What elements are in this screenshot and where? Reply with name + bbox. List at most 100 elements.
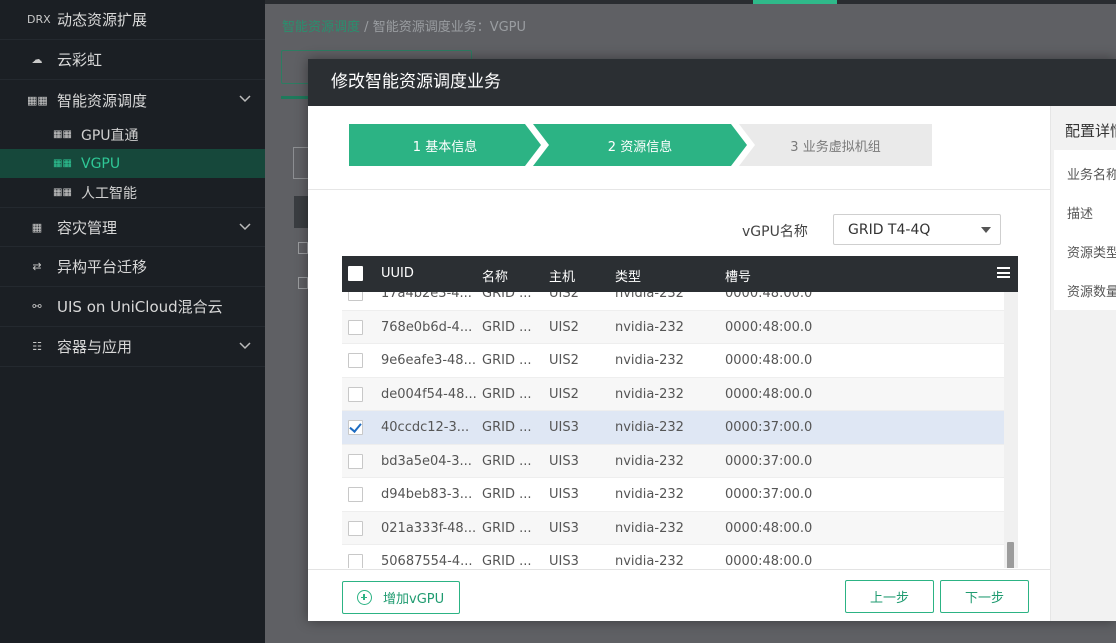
column-header-type[interactable]: 类型 (615, 266, 641, 285)
cell-slot: 0000:48:00.0 (725, 292, 813, 301)
cell-name: GRID ... (482, 353, 532, 368)
vgpu-name-select[interactable]: GRID T4-4Q (833, 214, 1001, 245)
cell-uuid: 9e6eafe3-48... (381, 353, 476, 368)
next-step-button[interactable]: 下一步 (940, 580, 1029, 613)
table-row[interactable]: 768e0b6d-4... GRID ... UIS2 nvidia-232 0000:… (342, 310, 1004, 344)
column-header-uuid[interactable]: UUID (381, 266, 414, 281)
table-row[interactable]: de004f54-48... GRID ... UIS2 nvidia-232 0000… (342, 377, 1004, 411)
table-body: 17a4b2e3-4... GRID ... UIS2 nvidia-232 0000:… (342, 292, 1004, 568)
table-row[interactable]: d94beb83-3... GRID ... UIS3 nvidia-232 0000:… (342, 478, 1004, 512)
step-basic-info[interactable]: 1 基本信息 (349, 124, 541, 166)
scrollbar-thumb[interactable] (1007, 542, 1014, 568)
cell-name: GRID ... (482, 420, 532, 435)
step-vm-group[interactable]: 3 业务虚拟机组 (739, 124, 932, 166)
cell-host: UIS3 (549, 554, 579, 568)
cell-host: UIS2 (549, 386, 579, 402)
sidebar-item-unicloud[interactable]: ⚯ UIS on UniCloud混合云 (0, 287, 265, 327)
table-row[interactable]: 40ccdc12-3... GRID ... UIS3 nvidia-232 0000:… (342, 411, 1004, 445)
plus-circle-icon (357, 590, 372, 605)
row-checkbox[interactable] (348, 292, 363, 301)
table-row[interactable]: 17a4b2e3-4... GRID ... UIS2 nvidia-232 0000:… (342, 292, 1004, 311)
table-row[interactable]: bd3a5e04-3... GRID ... UIS3 nvidia-232 0000:… (342, 444, 1004, 478)
row-checkbox[interactable] (348, 520, 363, 536)
prev-step-button[interactable]: 上一步 (845, 580, 934, 613)
sidebar-item-label: 智能资源调度 (57, 91, 148, 110)
cell-type: nvidia-232 (615, 292, 684, 301)
chevron-down-icon (239, 95, 251, 103)
sidebar-subitem-label: GPU直通 (81, 127, 139, 144)
select-all-checkbox[interactable] (348, 266, 363, 281)
config-row-resource-count: 资源数量 (1067, 285, 1116, 300)
background-table-header (294, 196, 308, 228)
cloud-icon: ☁ (31, 53, 43, 66)
breadcrumb-current: 智能资源调度业务：VGPU (372, 20, 527, 35)
column-header-host[interactable]: 主机 (549, 266, 575, 285)
row-checkbox[interactable] (348, 386, 363, 402)
cell-uuid: 17a4b2e3-4... (381, 292, 472, 301)
sidebar-subitem-label: 人工智能 (81, 185, 137, 202)
sidebar-item-containers[interactable]: ☷ 容器与应用 (0, 327, 265, 367)
vgpu-selected-value: GRID T4-4Q (848, 222, 931, 238)
cell-name: GRID ... (482, 520, 532, 536)
cell-slot: 0000:48:00.0 (725, 386, 813, 402)
sidebar-item-migration[interactable]: ⇄ 异构平台迁移 (0, 247, 265, 287)
cell-type: nvidia-232 (615, 386, 684, 402)
cell-type: nvidia-232 (615, 353, 684, 368)
row-checkbox[interactable] (348, 353, 363, 368)
cell-uuid: 40ccdc12-3... (381, 420, 470, 435)
cell-slot: 0000:48:00.0 (725, 520, 813, 536)
cell-type: nvidia-232 (615, 487, 684, 502)
cell-uuid: 768e0b6d-4... (381, 319, 473, 335)
sidebar-item-smart-scheduling[interactable]: ▦▦ 智能资源调度 (0, 80, 265, 120)
divider (308, 189, 1050, 190)
dialog-title: 修改智能资源调度业务 (308, 59, 1116, 106)
row-checkbox[interactable] (348, 420, 363, 435)
sidebar: DRX 动态资源扩展 ☁ 云彩虹 ▦▦ 智能资源调度 ▦▦ GPU直通 ▦▦ V… (0, 0, 265, 643)
cell-host: UIS3 (549, 453, 579, 469)
sidebar-item-dynamic-resource[interactable]: DRX 动态资源扩展 (0, 0, 265, 40)
table-row[interactable]: 50687554-4... GRID ... UIS3 nvidia-232 0000:… (342, 545, 1004, 568)
cell-slot: 0000:37:00.0 (725, 420, 813, 435)
breadcrumb: 智能资源调度 / 智能资源调度业务：VGPU (282, 16, 526, 35)
row-checkbox[interactable] (348, 453, 363, 469)
sidebar-subitem-ai[interactable]: ▦▦ 人工智能 (0, 178, 265, 207)
cell-type: nvidia-232 (615, 319, 684, 335)
table-header: UUID 名称 主机 类型 槽号 (342, 256, 1018, 292)
sidebar-item-label: 云彩虹 (57, 51, 103, 69)
cell-uuid: d94beb83-3... (381, 487, 473, 502)
drx-icon: DRX (27, 13, 51, 26)
sidebar-subitem-vgpu[interactable]: ▦▦ VGPU (0, 149, 265, 178)
sidebar-item-cloud-rainbow[interactable]: ☁ 云彩虹 (0, 40, 265, 80)
sidebar-item-label: 异构平台迁移 (57, 258, 148, 276)
caret-down-icon (981, 227, 991, 233)
add-vgpu-button[interactable]: 增加vGPU (342, 581, 460, 614)
top-strip (265, 0, 1116, 4)
sidebar-subitem-gpu-passthrough[interactable]: ▦▦ GPU直通 (0, 120, 265, 149)
row-checkbox[interactable] (348, 319, 363, 335)
cell-slot: 0000:48:00.0 (725, 319, 813, 335)
sidebar-item-disaster-recovery[interactable]: ▦ 容灾管理 (0, 207, 265, 247)
row-checkbox[interactable] (348, 554, 363, 568)
table-scrollbar[interactable] (1004, 292, 1018, 568)
vgpu-table: UUID 名称 主机 类型 槽号 17a4b2e3-4... GRID ... UI… (342, 256, 1018, 568)
cell-slot: 0000:37:00.0 (725, 453, 813, 469)
table-row[interactable]: 021a333f-48... GRID ... UIS3 nvidia-232 0000… (342, 511, 1004, 545)
link-icon: ⚯ (32, 300, 42, 313)
sidebar-item-label: 容器与应用 (57, 338, 133, 356)
active-tab-marker (753, 0, 837, 4)
background-tab-underline (281, 96, 311, 99)
sidebar-item-label: 容灾管理 (57, 218, 118, 237)
step-resource-info[interactable]: 2 资源信息 (533, 124, 747, 166)
table-row[interactable]: 9e6eafe3-48... GRID ... UIS2 nvidia-232 0000… (342, 344, 1004, 378)
row-checkbox[interactable] (348, 487, 363, 502)
column-menu-icon[interactable] (997, 267, 1010, 278)
breadcrumb-root[interactable]: 智能资源调度 (282, 20, 360, 35)
gpu-icon: ▦▦ (53, 158, 72, 169)
config-row-name: 业务名称 (1067, 168, 1116, 183)
migration-icon: ⇄ (32, 260, 42, 273)
column-header-slot[interactable]: 槽号 (725, 266, 751, 285)
column-header-name[interactable]: 名称 (482, 266, 508, 285)
cell-host: UIS2 (549, 319, 579, 335)
cell-name: GRID ... (482, 453, 532, 469)
table-rows: 17a4b2e3-4... GRID ... UIS2 nvidia-232 0000:… (342, 292, 1004, 568)
